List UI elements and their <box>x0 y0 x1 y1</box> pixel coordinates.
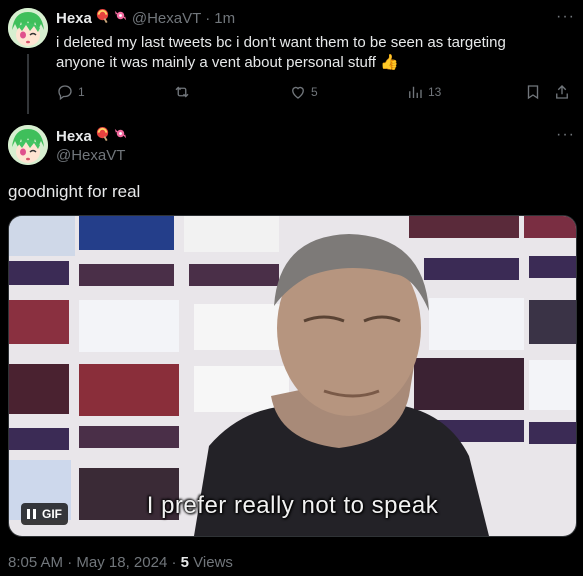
tweet-header: Hexa @HexaVT · 1m <box>56 8 235 28</box>
views-button[interactable]: 13 <box>406 83 441 101</box>
share-icon <box>556 85 568 99</box>
views-label: Views <box>193 554 233 571</box>
tweet-time[interactable]: 8:05 AM <box>8 554 63 571</box>
bookmark-icon <box>527 85 539 100</box>
avatar-image <box>8 125 48 165</box>
tweet-date[interactable]: May 18, 2024 <box>76 554 167 571</box>
gif-badge[interactable]: GIF <box>21 503 68 525</box>
tweet-text: goodnight for real <box>8 182 141 201</box>
reply-button[interactable]: 1 <box>56 83 85 101</box>
avatar[interactable] <box>8 8 48 48</box>
tweet-header: Hexa <box>56 126 128 146</box>
analytics-icon <box>409 86 422 98</box>
heart-icon <box>292 86 304 99</box>
separator: · <box>67 554 73 571</box>
gif-media[interactable]: I prefer really not to speak GIF <box>8 215 577 537</box>
lollipop-icon <box>95 8 110 28</box>
candy-icon <box>113 126 128 146</box>
view-count: 13 <box>428 85 442 99</box>
more-icon[interactable]: ··· <box>556 126 575 144</box>
like-count: 5 <box>311 85 318 99</box>
pause-icon[interactable] <box>27 509 36 519</box>
gif-frame <box>9 216 576 536</box>
display-name[interactable]: Hexa <box>56 128 92 145</box>
views-count: 5 <box>180 554 189 571</box>
more-icon[interactable]: ··· <box>556 8 575 26</box>
handle[interactable]: @HexaVT <box>56 147 125 164</box>
retweet-icon <box>175 86 189 98</box>
avatar-image <box>8 8 48 48</box>
action-bar: 1 5 13 <box>56 83 568 103</box>
handle[interactable]: @HexaVT <box>132 10 201 27</box>
separator: · <box>171 554 177 571</box>
timestamp[interactable]: 1m <box>214 10 235 27</box>
reply-icon <box>58 85 72 101</box>
bookmark-button[interactable] <box>524 83 542 101</box>
avatar[interactable] <box>8 125 48 165</box>
reply-count: 1 <box>78 85 85 99</box>
retweet-button[interactable] <box>173 83 195 101</box>
lollipop-icon <box>95 126 110 146</box>
tweet-meta: 8:05 AM · May 18, 2024 · 5 Views <box>8 554 233 571</box>
tweet-text: i deleted my last tweets bc i don't want… <box>56 34 506 71</box>
separator: · <box>205 9 211 27</box>
gif-caption: I prefer really not to speak <box>146 492 439 519</box>
thread-line <box>27 54 29 114</box>
like-button[interactable]: 5 <box>289 83 318 101</box>
share-button[interactable] <box>553 83 571 101</box>
candy-icon <box>113 8 128 28</box>
gif-label: GIF <box>42 507 62 521</box>
display-name[interactable]: Hexa <box>56 10 92 27</box>
